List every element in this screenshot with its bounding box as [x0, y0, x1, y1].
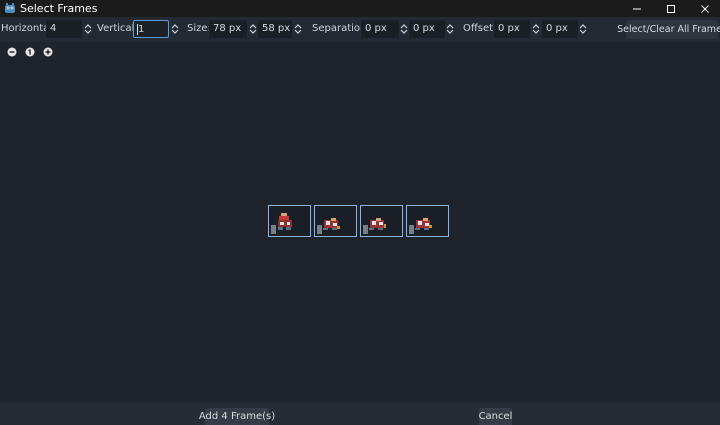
- offset-y-field[interactable]: 0 px: [542, 20, 578, 38]
- vertical-label: Vertical:: [97, 23, 138, 34]
- size-label: Size:: [187, 23, 211, 34]
- spin-arrows-icon[interactable]: [249, 23, 257, 35]
- add-frames-button[interactable]: Add 4 Frame(s): [199, 408, 275, 425]
- minimize-button[interactable]: [622, 0, 652, 17]
- select-frames-dialog: Select Frames Horizontal: 4 Vertical: 1 …: [0, 0, 720, 425]
- frame-preview-panel[interactable]: [0, 42, 720, 402]
- frame-cell[interactable]: [268, 205, 311, 237]
- godot-icon: [5, 3, 15, 13]
- horizontal-value: 4: [50, 23, 57, 34]
- window-title: Select Frames: [20, 2, 98, 15]
- size-y-value: 58 px: [262, 23, 291, 34]
- spin-arrows-icon[interactable]: [579, 23, 587, 35]
- separation-x-field[interactable]: 0 px: [361, 20, 399, 38]
- spin-arrows-icon[interactable]: [446, 23, 454, 35]
- size-x-value: 78 px: [213, 23, 242, 34]
- maximize-button[interactable]: [656, 0, 686, 17]
- maximize-icon: [667, 4, 675, 13]
- horizontal-field[interactable]: 4: [46, 20, 82, 38]
- title-bar: Select Frames: [0, 0, 720, 17]
- offset-x-field[interactable]: 0 px: [494, 20, 530, 38]
- zoom-out-icon[interactable]: [7, 47, 17, 57]
- offset-y-value: 0 px: [546, 23, 568, 34]
- dialog-footer: Add 4 Frame(s) Cancel: [0, 402, 720, 425]
- separation-y-field[interactable]: 0 px: [409, 20, 445, 38]
- spin-arrows-icon[interactable]: [171, 23, 179, 35]
- separation-y-value: 0 px: [413, 23, 435, 34]
- separation-x-value: 0 px: [365, 23, 387, 34]
- sprite-icon: [271, 213, 292, 234]
- offset-x-value: 0 px: [498, 23, 520, 34]
- offset-label: Offset:: [463, 23, 497, 34]
- size-y-field[interactable]: 58 px: [258, 20, 292, 38]
- zoom-in-icon[interactable]: [43, 47, 53, 57]
- sprite-icon: [409, 218, 432, 234]
- select-clear-all-button[interactable]: Select/Clear All Frames: [617, 20, 720, 39]
- spin-arrows-icon[interactable]: [84, 23, 92, 35]
- frame-cell[interactable]: [406, 205, 449, 237]
- slice-toolbar: Horizontal: 4 Vertical: 1 Size: 78 px 58…: [0, 17, 720, 42]
- size-x-field[interactable]: 78 px: [209, 20, 247, 38]
- minimize-icon: [633, 8, 641, 9]
- spin-arrows-icon[interactable]: [532, 23, 540, 35]
- close-button[interactable]: [690, 0, 720, 17]
- vertical-field[interactable]: 1: [133, 20, 169, 38]
- spin-arrows-icon[interactable]: [294, 23, 302, 35]
- frame-cell[interactable]: [314, 205, 357, 237]
- sprite-icon: [317, 218, 340, 234]
- sprite-sheet: [268, 205, 450, 239]
- close-icon: [701, 4, 709, 13]
- sprite-icon: [363, 218, 386, 234]
- frame-cell[interactable]: [360, 205, 403, 237]
- vertical-value: 1: [138, 24, 145, 35]
- zoom-reset-icon[interactable]: [25, 47, 35, 57]
- cancel-button[interactable]: Cancel: [479, 408, 512, 425]
- spin-arrows-icon[interactable]: [400, 23, 408, 35]
